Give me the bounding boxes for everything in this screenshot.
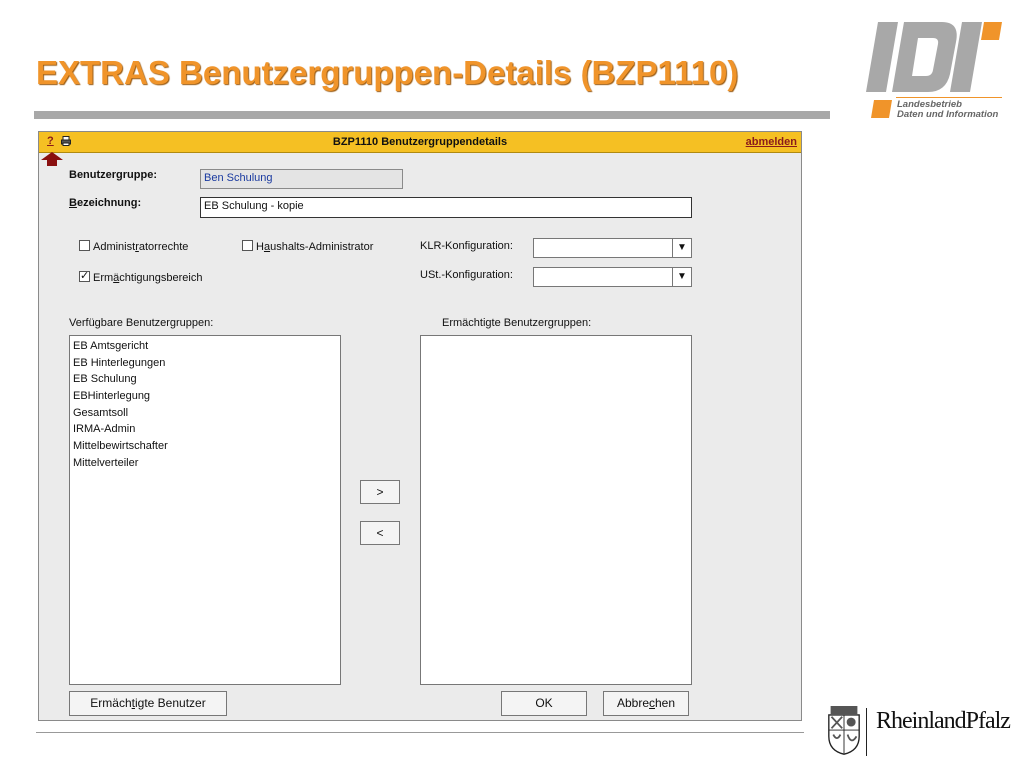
rlp-logo-text: RheinlandPfalz <box>876 708 1011 734</box>
dropdown-arrow-icon[interactable]: ▼ <box>672 239 691 257</box>
list-item[interactable]: EBHinterlegung <box>73 388 337 405</box>
budget-admin-label: Haushalts-Administrator <box>256 241 374 253</box>
list-item[interactable]: IRMA-Admin <box>73 421 337 438</box>
authorized-users-button[interactable]: Ermächtigte Benutzer <box>69 691 227 716</box>
list-item[interactable]: Mittelbewirtschafter <box>73 438 337 455</box>
authorized-groups-label: Ermächtigte Benutzergruppen: <box>442 317 592 329</box>
available-groups-label: Verfügbare Benutzergruppen: <box>69 317 214 329</box>
dropdown-arrow-icon[interactable]: ▼ <box>672 268 691 286</box>
group-label: Benutzergruppe: <box>69 169 157 181</box>
ust-config-select[interactable]: ▼ <box>533 267 692 287</box>
auth-scope-checkbox[interactable]: ✓ <box>79 271 90 282</box>
description-input[interactable]: EB Schulung - kopie <box>200 197 692 218</box>
logout-link[interactable]: abmelden <box>746 136 797 148</box>
klr-config-label: KLR-Konfiguration: <box>420 240 513 252</box>
remove-group-button[interactable]: < <box>360 521 400 545</box>
ust-config-value <box>534 268 540 272</box>
list-item[interactable]: Mittelverteiler <box>73 455 337 472</box>
klr-config-value <box>534 239 540 243</box>
auth-scope-label: Ermächtigungsbereich <box>93 272 203 284</box>
footer-divider <box>36 732 804 733</box>
list-item[interactable]: EB Schulung <box>73 371 337 388</box>
pointer-arrow-icon <box>41 152 63 166</box>
ldi-logo-text: Landesbetrieb Daten und Information <box>897 99 999 120</box>
authorized-groups-list[interactable] <box>420 335 692 685</box>
rlp-divider <box>866 708 867 756</box>
title-divider <box>34 111 830 119</box>
list-item[interactable]: Gesamtsoll <box>73 405 337 422</box>
budget-admin-checkbox[interactable] <box>242 240 253 251</box>
admin-rights-checkbox[interactable] <box>79 240 90 251</box>
add-group-button[interactable]: > <box>360 480 400 504</box>
available-groups-list[interactable]: EB Amtsgericht EB Hinterlegungen EB Schu… <box>69 335 341 685</box>
admin-rights-label: Administratorrechte <box>93 241 189 253</box>
cancel-button[interactable]: Abbrechen <box>603 691 689 716</box>
description-label: Bezeichnung: <box>69 197 142 209</box>
window-title: BZP1110 Benutzergruppendetails <box>332 136 508 148</box>
app-window: ? BZP1110 Benutzergruppendetails abmelde… <box>38 131 802 721</box>
ok-button[interactable]: OK <box>501 691 587 716</box>
rlp-coat-of-arms-icon <box>828 706 860 755</box>
ust-config-label: USt.-Konfiguration: <box>420 269 513 281</box>
list-item[interactable]: EB Hinterlegungen <box>73 355 337 372</box>
group-field: Ben Schulung <box>200 169 403 189</box>
klr-config-select[interactable]: ▼ <box>533 238 692 258</box>
window-titlebar: ? BZP1110 Benutzergruppendetails abmelde… <box>39 132 801 153</box>
list-item[interactable]: EB Amtsgericht <box>73 338 337 355</box>
slide-title: EXTRAS Benutzergruppen-Details (BZP1110) <box>36 54 739 91</box>
